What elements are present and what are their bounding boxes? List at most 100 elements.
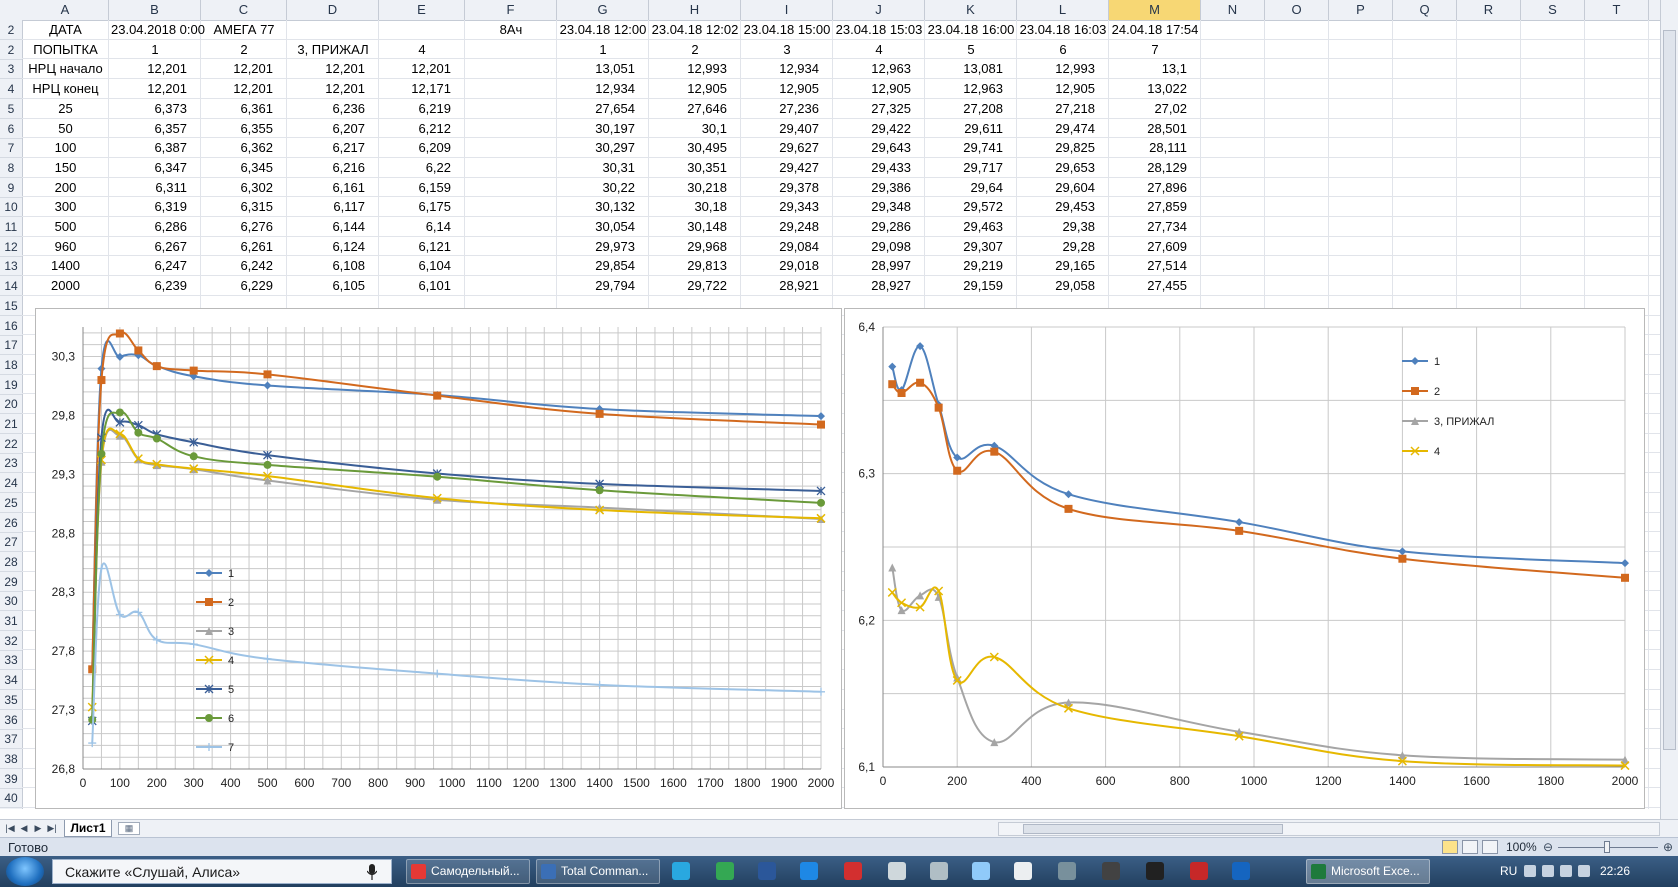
- table-cell[interactable]: 30,148: [649, 217, 729, 237]
- network-icon[interactable]: [1560, 865, 1572, 877]
- table-cell[interactable]: 30,054: [557, 217, 637, 237]
- messenger-icon[interactable]: [716, 862, 734, 880]
- table-cell[interactable]: 29,717: [925, 158, 1005, 178]
- table-cell[interactable]: 12,201: [201, 59, 275, 79]
- row-header[interactable]: 39: [0, 769, 22, 789]
- table-cell[interactable]: 30,218: [649, 178, 729, 198]
- table-cell[interactable]: 6,302: [201, 178, 275, 198]
- table-cell[interactable]: 29,643: [833, 138, 913, 158]
- table-cell[interactable]: 6,105: [287, 276, 367, 296]
- row-header[interactable]: 19: [0, 375, 22, 395]
- table-cell[interactable]: [465, 237, 557, 257]
- table-cell[interactable]: 30,297: [557, 138, 637, 158]
- table-cell[interactable]: 30,132: [557, 197, 637, 217]
- row-header[interactable]: 34: [0, 670, 22, 691]
- table-cell[interactable]: 29,973: [557, 237, 637, 257]
- row-header[interactable]: 25: [0, 493, 22, 513]
- table-cell[interactable]: ДАТА: [22, 20, 109, 40]
- column-header-j[interactable]: J: [833, 0, 925, 20]
- column-header-n[interactable]: N: [1201, 0, 1265, 20]
- table-cell[interactable]: 29,722: [649, 276, 729, 296]
- table-cell[interactable]: 27,654: [557, 99, 637, 119]
- table-cell[interactable]: 28,997: [833, 256, 913, 276]
- table-cell[interactable]: 29,286: [833, 217, 913, 237]
- table-cell[interactable]: 28,927: [833, 276, 913, 296]
- column-header-c[interactable]: C: [201, 0, 287, 20]
- table-cell[interactable]: [465, 138, 557, 158]
- table-cell[interactable]: 6,108: [287, 256, 367, 276]
- table-cell[interactable]: 27,646: [649, 99, 729, 119]
- table-cell[interactable]: 27,218: [1017, 99, 1097, 119]
- table-cell[interactable]: 29,084: [741, 237, 821, 257]
- table-cell[interactable]: 8Ач: [465, 20, 557, 40]
- table-cell[interactable]: 27,859: [1109, 197, 1189, 217]
- zoom-in-icon[interactable]: ⊕: [1662, 841, 1674, 853]
- table-cell[interactable]: 50: [22, 119, 109, 139]
- alice-search-box[interactable]: Скажите «Слушай, Алиса»: [52, 859, 392, 884]
- table-cell[interactable]: АМЕГА 77: [201, 20, 287, 40]
- column-header-k[interactable]: K: [925, 0, 1017, 20]
- table-cell[interactable]: 6,319: [109, 197, 189, 217]
- table-cell[interactable]: 12,963: [925, 79, 1005, 99]
- column-header-i[interactable]: I: [741, 0, 833, 20]
- taskbar-window-yandex[interactable]: Самодельный...: [406, 859, 530, 884]
- table-cell[interactable]: 12,963: [833, 59, 913, 79]
- table-cell[interactable]: 300: [22, 197, 109, 217]
- row-header[interactable]: 9: [0, 178, 22, 198]
- table-cell[interactable]: 6,286: [109, 217, 189, 237]
- table-cell[interactable]: 29,422: [833, 119, 913, 139]
- table-cell[interactable]: 5: [925, 40, 1017, 60]
- table-cell[interactable]: 12,171: [379, 79, 453, 99]
- table-cell[interactable]: 12,905: [1017, 79, 1097, 99]
- microphone-icon[interactable]: [367, 864, 377, 880]
- table-cell[interactable]: 6,247: [109, 256, 189, 276]
- row-header[interactable]: 27: [0, 532, 22, 553]
- table-cell[interactable]: 29,64: [925, 178, 1005, 198]
- table-cell[interactable]: 6,209: [379, 138, 453, 158]
- table-cell[interactable]: 29,058: [1017, 276, 1097, 296]
- language-indicator[interactable]: RU: [1500, 864, 1517, 878]
- table-cell[interactable]: 12,993: [1017, 59, 1097, 79]
- vertical-scroll-thumb[interactable]: [1663, 30, 1676, 750]
- table-cell[interactable]: 6,357: [109, 119, 189, 139]
- table-cell[interactable]: 12,905: [649, 79, 729, 99]
- row-header[interactable]: 22: [0, 434, 22, 454]
- table-cell[interactable]: 27,609: [1109, 237, 1189, 257]
- table-cell[interactable]: 6,355: [201, 119, 275, 139]
- windows-start-icon[interactable]: [6, 857, 44, 886]
- column-header-h[interactable]: H: [649, 0, 741, 20]
- table-cell[interactable]: 6,207: [287, 119, 367, 139]
- word-icon[interactable]: [758, 862, 776, 880]
- dark-app-icon[interactable]: [1146, 862, 1164, 880]
- row-header[interactable]: 26: [0, 513, 22, 533]
- table-cell[interactable]: 29,453: [1017, 197, 1097, 217]
- table-cell[interactable]: 29,463: [925, 217, 1005, 237]
- column-header-l[interactable]: L: [1017, 0, 1109, 20]
- first-sheet-icon[interactable]: |◀: [4, 822, 16, 834]
- table-cell[interactable]: 7: [1109, 40, 1201, 60]
- lightning-app-icon[interactable]: [800, 862, 818, 880]
- table-cell[interactable]: [465, 276, 557, 296]
- notepad-icon[interactable]: [888, 862, 906, 880]
- table-cell[interactable]: 23.04.18 16:00: [925, 20, 1017, 40]
- table-cell[interactable]: 27,208: [925, 99, 1005, 119]
- table-cell[interactable]: 1: [109, 40, 201, 60]
- calculator-icon[interactable]: [930, 862, 948, 880]
- column-header-q[interactable]: Q: [1393, 0, 1457, 20]
- column-header-b[interactable]: B: [109, 0, 201, 20]
- table-cell[interactable]: [465, 197, 557, 217]
- table-cell[interactable]: 6,361: [201, 99, 275, 119]
- table-cell[interactable]: 29,28: [1017, 237, 1097, 257]
- column-header-f[interactable]: F: [465, 0, 557, 20]
- column-header-g[interactable]: G: [557, 0, 649, 20]
- row-header[interactable]: 12: [0, 237, 22, 257]
- table-cell[interactable]: 12,201: [287, 59, 367, 79]
- table-cell[interactable]: [465, 178, 557, 198]
- table-cell[interactable]: 29,572: [925, 197, 1005, 217]
- table-cell[interactable]: 6,101: [379, 276, 453, 296]
- table-cell[interactable]: 29,427: [741, 158, 821, 178]
- table-cell[interactable]: 29,378: [741, 178, 821, 198]
- table-cell[interactable]: 200: [22, 178, 109, 198]
- row-header[interactable]: 5: [0, 99, 22, 119]
- row-header[interactable]: 15: [0, 296, 22, 316]
